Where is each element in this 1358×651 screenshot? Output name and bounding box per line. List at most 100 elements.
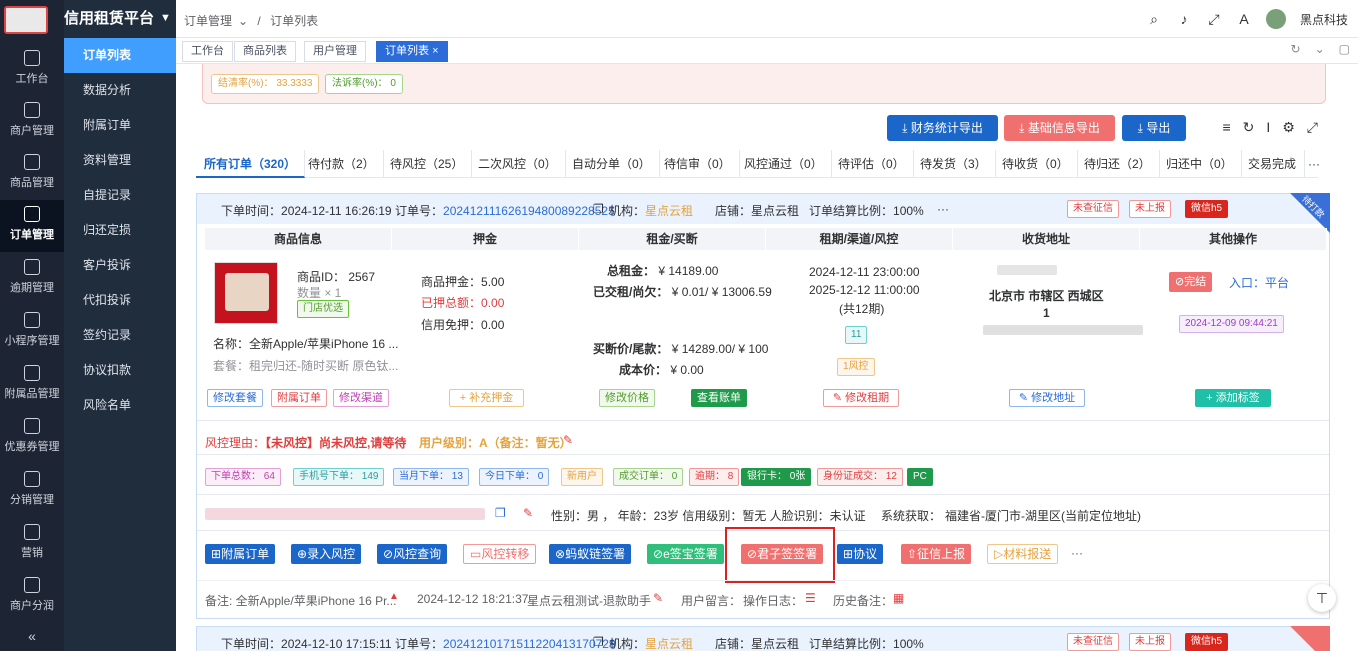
tab-all-orders[interactable]: 所有订单（320） <box>196 150 306 178</box>
rail-item-coupons[interactable]: 优惠券管理 <box>0 412 64 464</box>
copy-icon[interactable]: ❐ <box>593 635 604 649</box>
submenu-order-list[interactable]: 订单列表 <box>64 38 176 73</box>
export-button[interactable]: ⤓ 导出 <box>1122 115 1186 141</box>
breadcrumb-orders[interactable]: 订单管理 <box>184 14 232 28</box>
finish-button[interactable]: ⊘完结 <box>1169 272 1213 292</box>
tab-pending-ship[interactable]: 待发货（3） <box>912 150 996 178</box>
bell-icon[interactable]: ♪ <box>1176 11 1192 27</box>
edit-term-button[interactable]: ✎ 修改租期 <box>823 389 899 407</box>
edit-icon[interactable]: ✎ <box>653 591 663 605</box>
calendar-icon[interactable]: ▦ <box>893 591 904 605</box>
submenu-pickup[interactable]: 自提记录 <box>64 178 176 213</box>
search-icon[interactable]: ⌕ <box>1146 11 1162 27</box>
submenu-sign-records[interactable]: 签约记录 <box>64 318 176 353</box>
settings-icon[interactable]: ⚙ <box>1282 119 1295 136</box>
rail-item-orders[interactable]: 订单管理 <box>0 200 64 252</box>
credit-report-button[interactable]: ⇧征信上报 <box>901 544 972 564</box>
tab-pending-risk[interactable]: 待风控（25） <box>382 150 473 178</box>
pin-icon[interactable]: ▼ <box>160 12 171 26</box>
caret-up-icon[interactable]: ▲ <box>389 591 399 602</box>
rail-item-miniprogram[interactable]: 小程序管理 <box>0 306 64 358</box>
more-icon[interactable]: ··· <box>937 202 949 216</box>
add-tag-button[interactable]: + 添加标签 <box>1195 389 1271 407</box>
order-header: 下单时间：2024-12-10 17:15:11 订单号：20241210171… <box>197 627 1329 651</box>
refresh-icon[interactable]: ↻ <box>1243 119 1255 136</box>
submenu-return-damage[interactable]: 归还定损 <box>64 213 176 248</box>
back-to-top-button[interactable]: ⊤ <box>1308 584 1336 612</box>
rail-item-profit[interactable]: 商户分润 <box>0 571 64 623</box>
submenu-sub-orders[interactable]: 附属订单 <box>64 108 176 143</box>
sub-order-button[interactable]: 附属订单 <box>271 389 327 407</box>
submenu-risk-list[interactable]: 风险名单 <box>64 388 176 423</box>
tab-goods-list[interactable]: 商品列表 <box>234 41 296 62</box>
tab-risk-passed[interactable]: 风控通过（0） <box>736 150 832 178</box>
submenu-withhold-complaints[interactable]: 代扣投诉 <box>64 283 176 318</box>
column-height-icon[interactable]: I <box>1266 119 1270 136</box>
wechat-badge: 微信h5 <box>1185 633 1229 651</box>
esign-button[interactable]: ⊘e签宝签署 <box>647 544 724 564</box>
refresh-icon[interactable]: ↻ <box>1291 42 1301 56</box>
rail-item-distribution[interactable]: 分销管理 <box>0 465 64 517</box>
product-name[interactable]: 名称：全新Apple/苹果iPhone 16 ... <box>213 335 398 352</box>
order-time: 下单时间：2024-12-11 16:26:19 <box>221 204 392 218</box>
more-icon[interactable]: ▢ <box>1339 42 1350 56</box>
submenu-data-analysis[interactable]: 数据分析 <box>64 73 176 108</box>
collapse-icon[interactable]: « <box>0 621 64 651</box>
rail-item-accessories[interactable]: 附属品管理 <box>0 359 64 411</box>
product-image[interactable] <box>214 262 278 324</box>
ant-chain-sign-button[interactable]: ⊗蚂蚁链签署 <box>549 544 632 564</box>
risk-transfer-button[interactable]: ▭风控转移 <box>463 544 537 564</box>
tab-pending-payment[interactable]: 待付款（2） <box>300 150 384 178</box>
order-note: 备注: 全新Apple/苹果iPhone 16 Pr... <box>205 594 397 608</box>
tab-pending-receive[interactable]: 待收货（0） <box>994 150 1078 178</box>
edit-icon[interactable]: ✎ <box>563 433 573 447</box>
enter-risk-button[interactable]: ⊕录入风控 <box>291 544 362 564</box>
tab-auto-assign[interactable]: 自动分单（0） <box>564 150 660 178</box>
address: 北京市 市辖区 西城区 <box>989 289 1104 303</box>
tab-order-list[interactable]: 订单列表 × <box>376 41 448 62</box>
fullscreen-icon[interactable]: ⤢ <box>1206 11 1222 27</box>
fullscreen-icon[interactable]: ⤢ <box>1307 119 1318 136</box>
copy-icon[interactable]: ❐ <box>495 506 506 520</box>
basic-export-button[interactable]: ⤓ 基础信息导出 <box>1004 115 1115 141</box>
more-icon[interactable]: ··· <box>1300 150 1328 178</box>
edit-price-button[interactable]: 修改价格 <box>599 389 655 407</box>
list-icon[interactable]: ☰ <box>805 591 816 605</box>
edit-address-button[interactable]: ✎ 修改地址 <box>1009 389 1085 407</box>
density-icon[interactable]: ≡ <box>1222 119 1230 136</box>
tab-user-manage[interactable]: 用户管理 <box>304 41 366 62</box>
translate-icon[interactable]: A <box>1236 11 1252 27</box>
highlight-box <box>725 527 835 583</box>
agreement-button[interactable]: ⊞协议 <box>837 544 884 564</box>
rail-item-goods[interactable]: 商品管理 <box>0 148 64 200</box>
edit-package-button[interactable]: 修改套餐 <box>207 389 263 407</box>
user-name[interactable]: 黑点科技 <box>1300 11 1348 28</box>
add-deposit-button[interactable]: + 补充押金 <box>449 389 524 407</box>
rail-item-marketing[interactable]: 营销 <box>0 518 64 570</box>
finance-export-button[interactable]: ⤓ 财务统计导出 <box>887 115 998 141</box>
edit-channel-button[interactable]: 修改渠道 <box>333 389 389 407</box>
tab-completed[interactable]: 交易完成 <box>1240 150 1306 178</box>
tab-pending-credit[interactable]: 待信审（0） <box>656 150 740 178</box>
edit-icon[interactable]: ✎ <box>523 506 533 520</box>
material-submit-button[interactable]: ▷材料报送 <box>987 544 1059 564</box>
tab-returning[interactable]: 归还中（0） <box>1158 150 1242 178</box>
tab-workbench[interactable]: 工作台 <box>182 41 233 62</box>
submenu-materials[interactable]: 资料管理 <box>64 143 176 178</box>
more-icon[interactable]: ··· <box>1071 546 1083 560</box>
chevron-down-icon[interactable]: ⌄ <box>1315 42 1325 56</box>
rail-item-overdue[interactable]: 逾期管理 <box>0 253 64 305</box>
avatar[interactable] <box>1265 9 1286 29</box>
view-bill-button[interactable]: 查看账单 <box>691 389 747 407</box>
sub-order-action-button[interactable]: ⊞附属订单 <box>205 544 276 564</box>
rail-item-merchant[interactable]: 商户管理 <box>0 96 64 148</box>
tab-pending-eval[interactable]: 待评估（0） <box>830 150 914 178</box>
tab-pending-return[interactable]: 待归还（2） <box>1076 150 1160 178</box>
submenu-agreement-deduct[interactable]: 协议扣款 <box>64 353 176 388</box>
submenu-complaints[interactable]: 客户投诉 <box>64 248 176 283</box>
tab-second-risk[interactable]: 二次风控（0） <box>470 150 566 178</box>
copy-icon[interactable]: ❐ <box>593 202 604 216</box>
risk-query-button[interactable]: ⊘风控查询 <box>377 544 448 564</box>
close-icon[interactable]: × <box>432 45 438 57</box>
rail-item-workbench[interactable]: 工作台 <box>0 44 64 96</box>
